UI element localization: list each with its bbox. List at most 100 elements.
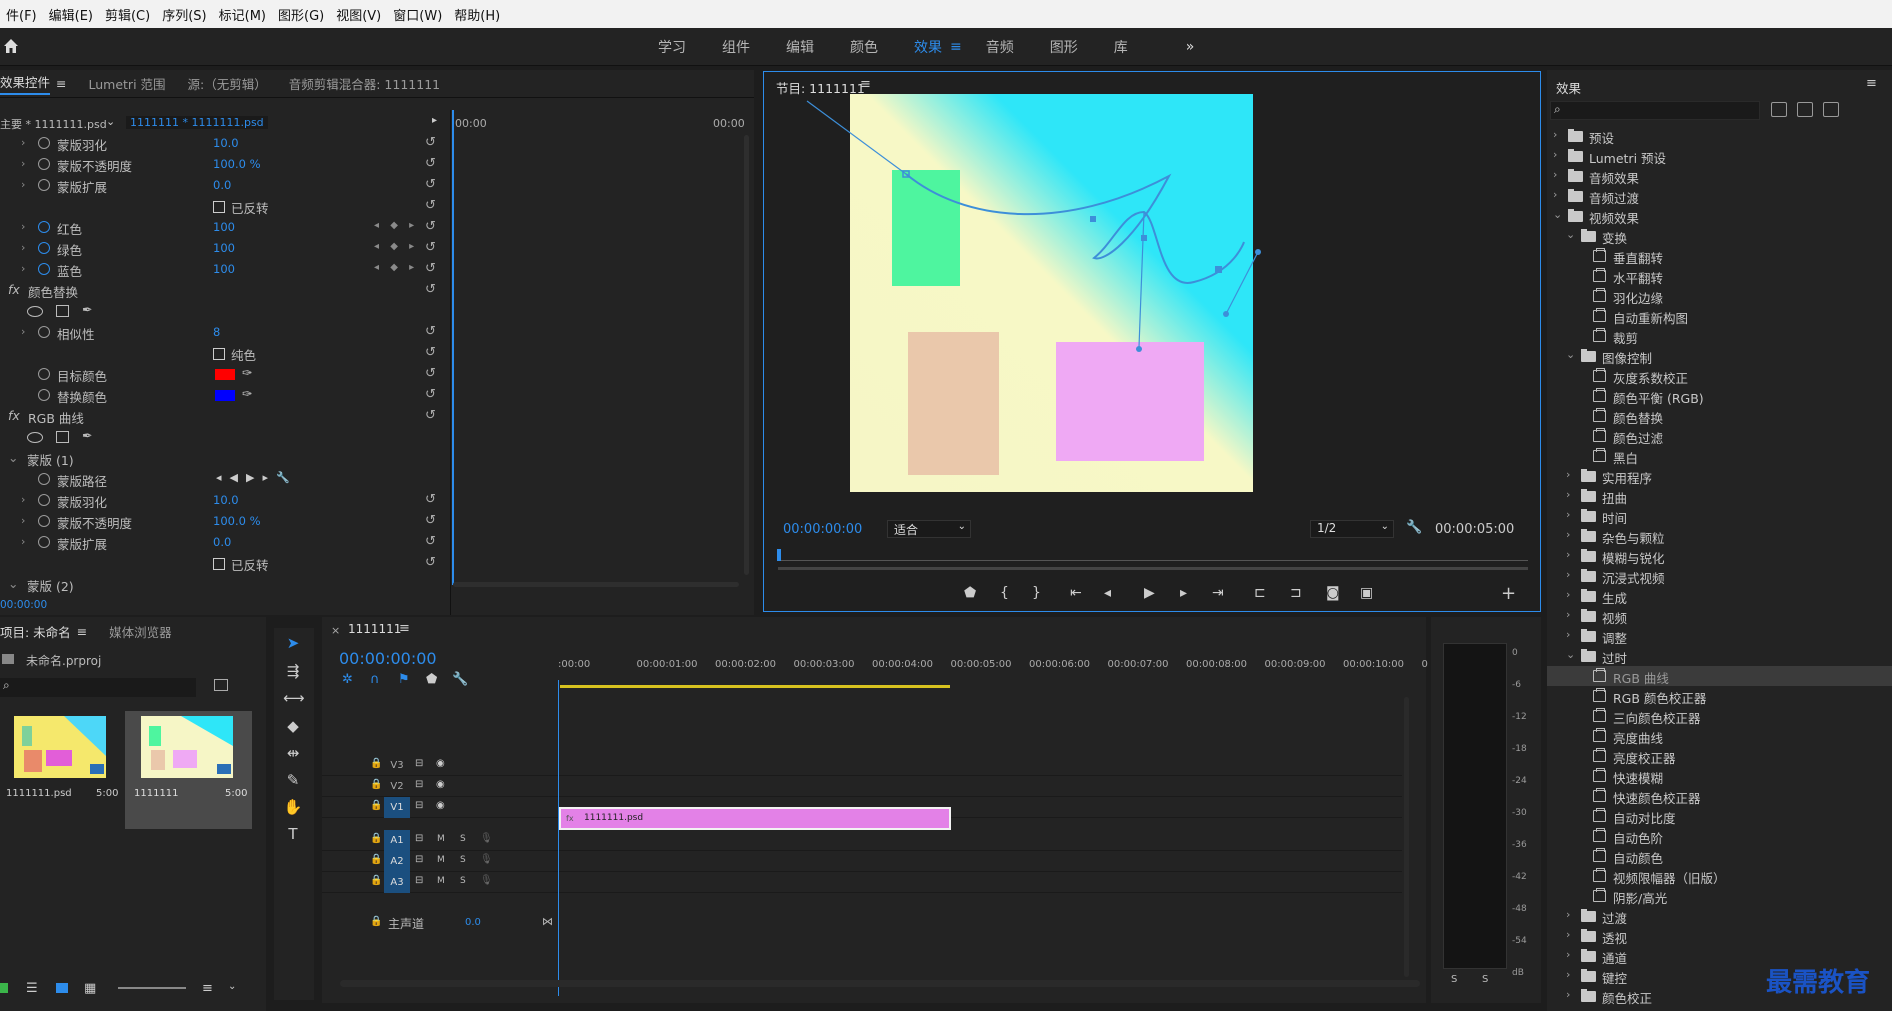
ec-playhead[interactable] bbox=[452, 110, 454, 585]
reset-icon[interactable]: ↺ bbox=[425, 135, 436, 150]
reset-icon[interactable]: ↺ bbox=[425, 408, 436, 423]
clip-dropdown-icon[interactable]: ⌄ bbox=[106, 115, 115, 128]
effects-item[interactable]: 阴影/高光 bbox=[1547, 886, 1892, 906]
sync-lock-icon[interactable]: ⊟ bbox=[415, 854, 423, 865]
close-icon[interactable]: × bbox=[331, 624, 340, 637]
chevron-right-icon[interactable]: › bbox=[1566, 608, 1570, 621]
chevron-right-icon[interactable]: › bbox=[1566, 548, 1570, 561]
stopwatch-icon[interactable] bbox=[38, 368, 50, 380]
stopwatch-icon[interactable] bbox=[38, 473, 50, 485]
32bit-effects-icon[interactable] bbox=[1797, 102, 1813, 117]
ec-row[interactable]: ✒ bbox=[0, 301, 445, 322]
yuv-effects-icon[interactable] bbox=[1823, 102, 1839, 117]
stopwatch-icon[interactable] bbox=[38, 221, 50, 233]
mic-icon[interactable]: 🎙 bbox=[480, 833, 493, 844]
compare-icon[interactable]: ▣ bbox=[1360, 585, 1373, 601]
panel-menu-icon[interactable]: ≡ bbox=[399, 621, 410, 636]
go-to-in-icon[interactable]: ⇤ bbox=[1070, 585, 1082, 601]
razor-icon[interactable]: ◆ bbox=[283, 717, 303, 737]
sync-lock-icon[interactable]: ⊟ bbox=[415, 800, 423, 811]
ec-row[interactable]: 纯色纯色↺ bbox=[0, 343, 445, 364]
menu-sequence[interactable]: 序列(S) bbox=[156, 5, 212, 24]
effects-item[interactable]: › 扭曲 bbox=[1547, 486, 1892, 506]
stopwatch-icon[interactable] bbox=[38, 242, 50, 254]
ec-row[interactable]: 已反转已反转↺ bbox=[0, 196, 445, 217]
chevron-right-icon[interactable]: › bbox=[1566, 528, 1570, 541]
lock-icon[interactable]: 🔒 bbox=[370, 758, 382, 769]
chevron-down-icon[interactable]: ⌄ bbox=[8, 450, 18, 465]
chevron-right-icon[interactable]: › bbox=[21, 157, 25, 170]
effects-item[interactable]: 视频限幅器（旧版） bbox=[1547, 866, 1892, 886]
effects-item[interactable]: 快速颜色校正器 bbox=[1547, 786, 1892, 806]
property-value[interactable]: 100 bbox=[213, 220, 235, 234]
effects-item[interactable]: 自动色阶 bbox=[1547, 826, 1892, 846]
checkbox[interactable] bbox=[213, 201, 225, 213]
stopwatch-icon[interactable] bbox=[38, 515, 50, 527]
ec-scrollbar[interactable] bbox=[453, 582, 739, 587]
ws-tab-graphics[interactable]: 图形 bbox=[1050, 37, 1078, 57]
tab-lumetri-scopes[interactable]: Lumetri 范围 bbox=[89, 74, 166, 93]
eyedropper-icon[interactable]: ✑ bbox=[242, 365, 252, 380]
chevron-right-icon[interactable]: › bbox=[21, 241, 25, 254]
tab-project[interactable]: 项目: 未命名 bbox=[0, 622, 71, 641]
ec-row[interactable]: ✒ bbox=[0, 427, 445, 448]
effects-item[interactable]: › 实用程序 bbox=[1547, 466, 1892, 486]
track-select-icon[interactable]: ⇶ bbox=[283, 662, 303, 682]
chevron-right-icon[interactable]: › bbox=[1566, 968, 1570, 981]
chevron-right-icon[interactable]: › bbox=[1566, 988, 1570, 1001]
video-frame[interactable] bbox=[764, 92, 1542, 492]
effects-item[interactable]: › 生成 bbox=[1547, 586, 1892, 606]
ec-row[interactable]: › 蒙版羽化 10.0 ↺ bbox=[0, 490, 445, 511]
chevron-right-icon[interactable]: › bbox=[1566, 928, 1570, 941]
property-value[interactable]: 10.0 bbox=[213, 136, 239, 150]
chevron-right-icon[interactable]: › bbox=[1566, 908, 1570, 921]
reset-icon[interactable]: ↺ bbox=[425, 387, 436, 402]
reset-icon[interactable]: ↺ bbox=[425, 366, 436, 381]
resolution-dropdown[interactable]: 1/2 ⌄ bbox=[1310, 520, 1394, 538]
effects-item[interactable]: 颜色平衡 (RGB) bbox=[1547, 386, 1892, 406]
marker-icon[interactable]: ⬟ bbox=[426, 672, 437, 687]
timeline-tab[interactable]: 1111111 bbox=[348, 622, 401, 636]
property-value[interactable]: 100 bbox=[213, 262, 235, 276]
stopwatch-icon[interactable] bbox=[38, 263, 50, 275]
ec-row[interactable]: › 相似性 8 ↺ bbox=[0, 322, 445, 343]
ec-row[interactable]: ⌄ 蒙版 (2) bbox=[0, 574, 445, 595]
property-value[interactable]: 0.0 bbox=[213, 535, 231, 549]
keyframe-nav[interactable]: ◂ ◆ ▸ bbox=[374, 262, 418, 273]
project-item-sequence[interactable]: 1111111 5:00 bbox=[125, 711, 252, 829]
sync-lock-icon[interactable]: ⊟ bbox=[415, 875, 423, 886]
chevron-right-icon[interactable]: › bbox=[21, 178, 25, 191]
ellipse-mask-icon[interactable] bbox=[27, 432, 43, 443]
ec-row[interactable]: 替换颜色 ✑ ↺ bbox=[0, 385, 445, 406]
property-value[interactable]: 8 bbox=[213, 325, 220, 339]
chevron-down-icon[interactable]: ⌄ bbox=[1553, 208, 1562, 221]
timeline-scroll-v[interactable] bbox=[1404, 697, 1409, 977]
menu-marker[interactable]: 标记(M) bbox=[213, 5, 272, 24]
accelerated-effects-icon[interactable] bbox=[1771, 102, 1787, 117]
keyframe-nav[interactable]: ◂ ◆ ▸ bbox=[374, 241, 418, 252]
ws-tab-assembly[interactable]: 组件 bbox=[722, 37, 750, 57]
tab-source[interactable]: 源:（无剪辑） bbox=[188, 74, 267, 93]
effects-item[interactable]: 水平翻转 bbox=[1547, 266, 1892, 286]
rect-mask-icon[interactable] bbox=[56, 305, 69, 317]
ws-tab-learn[interactable]: 学习 bbox=[658, 37, 686, 57]
ec-row[interactable]: › 蓝色 100 ◂ ◆ ▸ ↺ bbox=[0, 259, 445, 280]
v1-clip[interactable]: fx 1111111.psd bbox=[559, 807, 951, 830]
new-bin-icon[interactable] bbox=[214, 679, 228, 691]
effects-item[interactable]: 自动对比度 bbox=[1547, 806, 1892, 826]
menu-clip[interactable]: 剪辑(C) bbox=[99, 5, 156, 24]
sync-lock-icon[interactable]: ⊟ bbox=[415, 779, 423, 790]
property-value[interactable]: 0.0 bbox=[213, 178, 231, 192]
lock-icon[interactable]: 🔒 bbox=[370, 916, 382, 927]
chevron-down-icon[interactable]: ⌄ bbox=[1566, 228, 1575, 241]
linked-icon[interactable]: ∩ bbox=[370, 672, 380, 687]
effects-item[interactable]: ⌄ 过时 bbox=[1547, 646, 1892, 666]
reset-icon[interactable]: ↺ bbox=[425, 261, 436, 276]
icon-view-icon[interactable] bbox=[56, 983, 68, 993]
panel-menu-icon[interactable]: ≡ bbox=[56, 76, 66, 91]
track-target[interactable]: A2 bbox=[384, 851, 410, 872]
menu-graphics[interactable]: 图形(G) bbox=[272, 5, 330, 24]
wrench-icon[interactable]: 🔧 bbox=[452, 672, 468, 687]
ws-menu-icon[interactable]: ≡ bbox=[950, 39, 962, 55]
chevron-right-icon[interactable]: › bbox=[21, 514, 25, 527]
